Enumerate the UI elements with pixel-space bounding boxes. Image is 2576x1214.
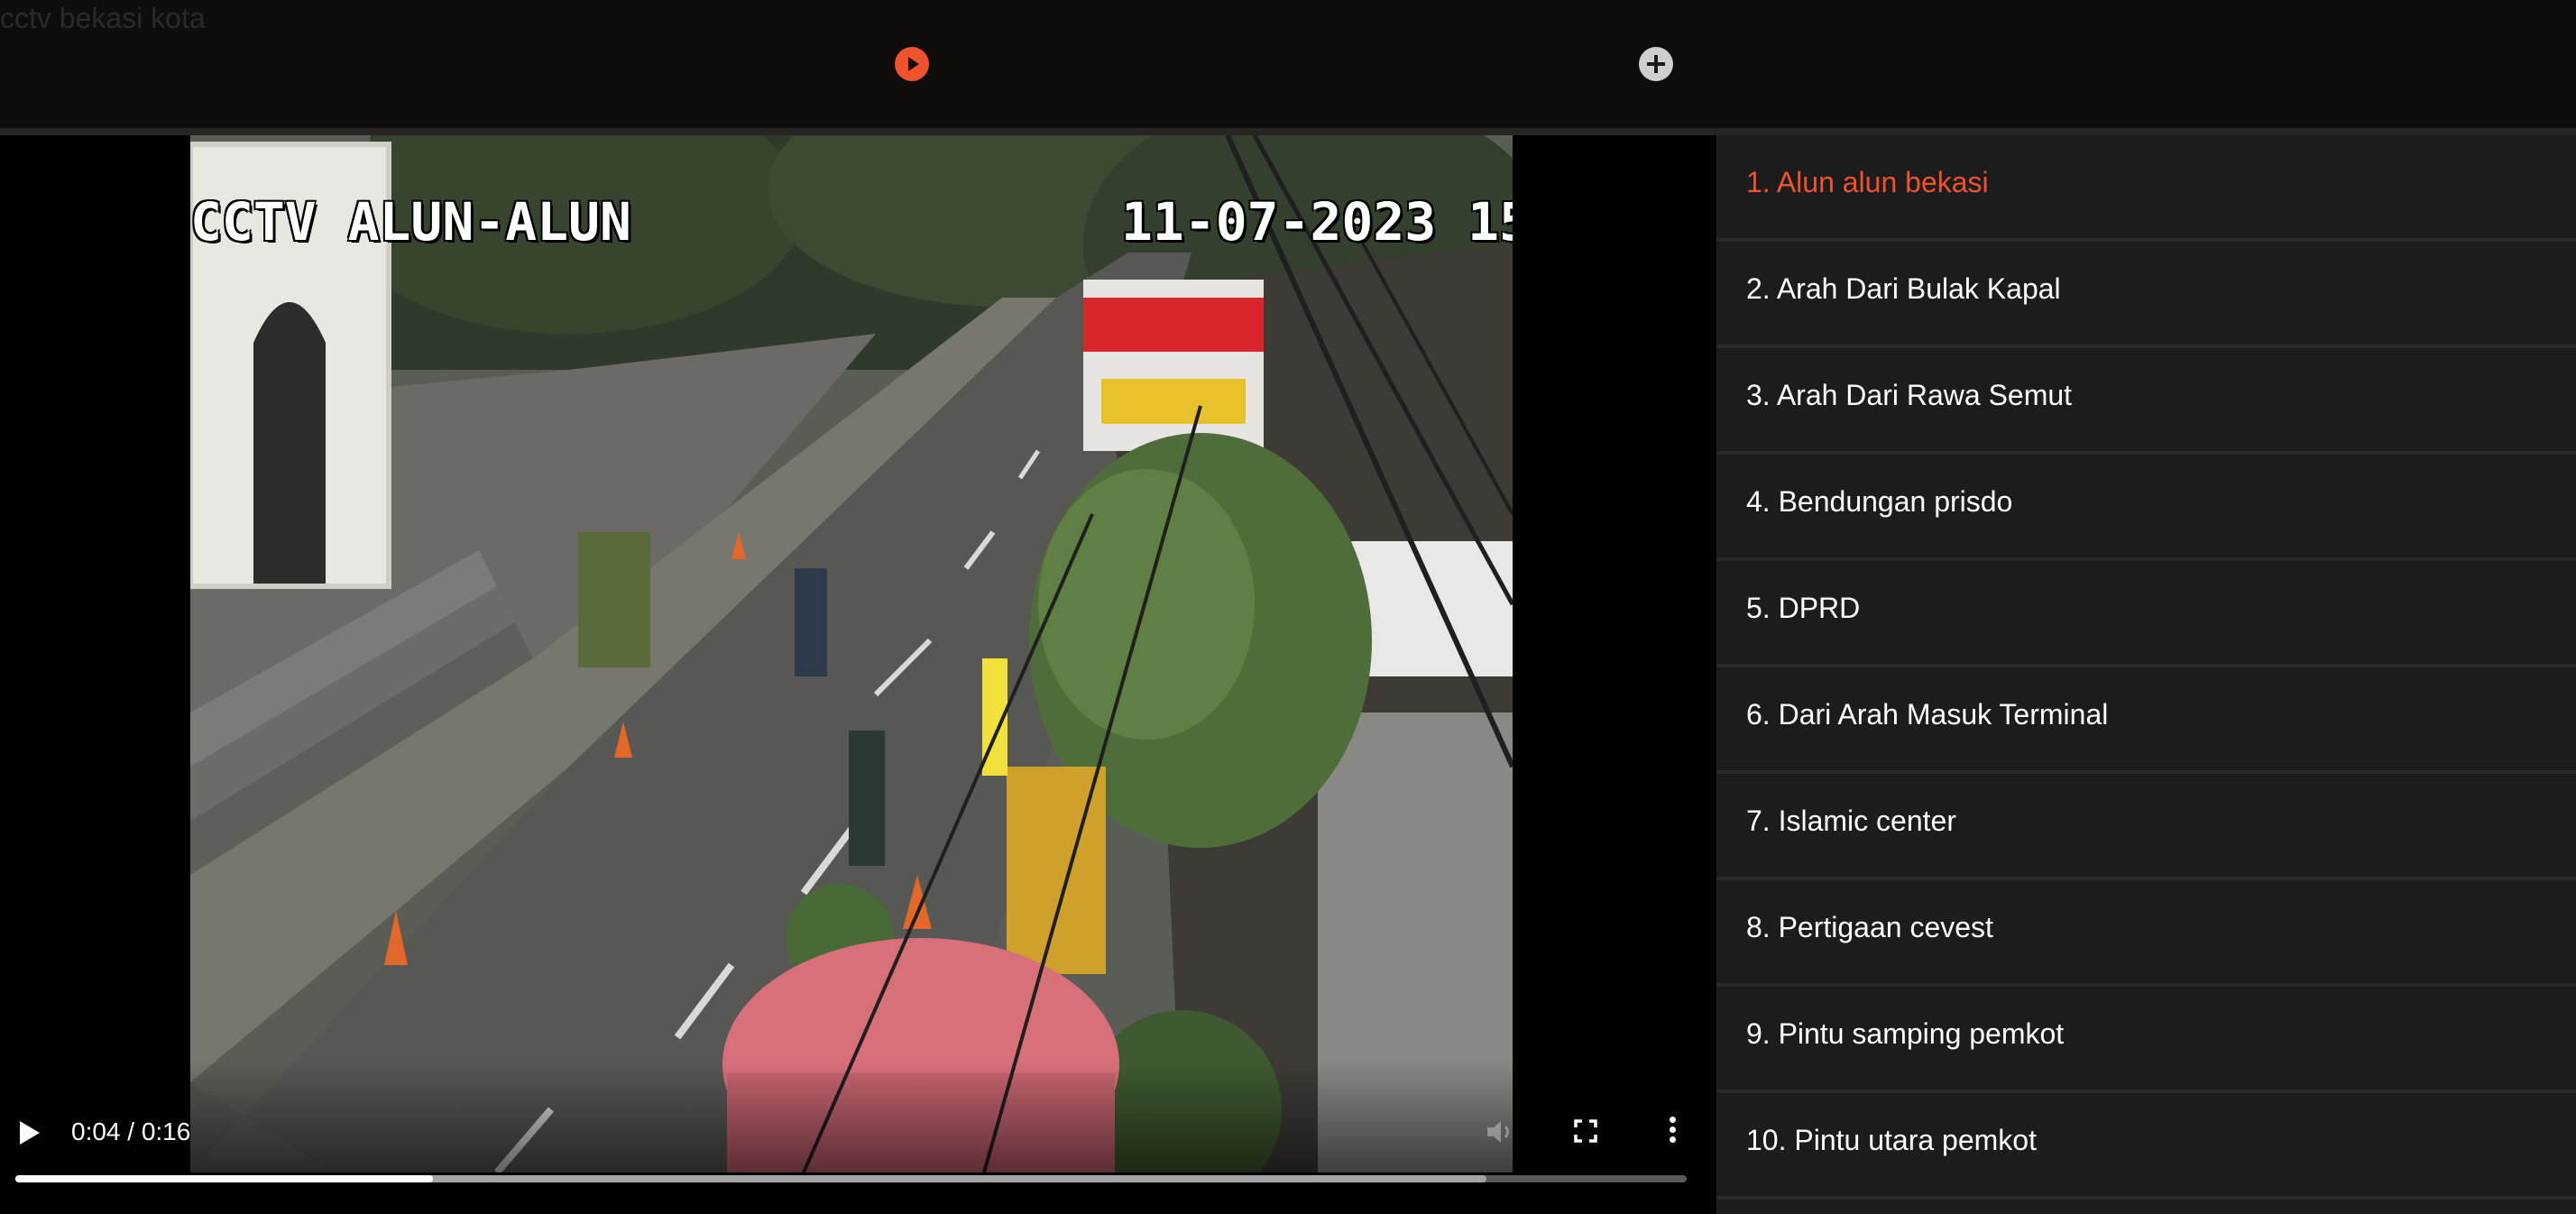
playlist-item[interactable]: 5. DPRD bbox=[1716, 561, 2576, 667]
app-title: cctv bekasi kota bbox=[0, 2, 206, 34]
playlist-item[interactable]: 4. Bendungan prisdo bbox=[1716, 455, 2576, 561]
playlist-item[interactable]: 7. Islamic center bbox=[1716, 774, 2576, 880]
volume-icon[interactable] bbox=[1486, 1118, 1516, 1145]
more-options-icon[interactable] bbox=[1667, 1117, 1678, 1145]
playlist-item-label: 7. Islamic center bbox=[1746, 805, 1956, 837]
header-divider bbox=[0, 128, 2576, 135]
cctv-timestamp: 11-07-2023 15 bbox=[1121, 191, 1513, 253]
playlist-item-label: 10. Pintu utara pemkot bbox=[1746, 1124, 2037, 1156]
playlist-item[interactable]: 10. Pintu utara pemkot bbox=[1716, 1093, 2576, 1200]
cctv-scene-image bbox=[190, 135, 1513, 1173]
cctv-video-frame[interactable]: CCTV ALUN-ALUN 11-07-2023 15 bbox=[190, 135, 1513, 1173]
playlist-item-label: 9. Pintu samping pemkot bbox=[1746, 1017, 2065, 1050]
top-bar: cctv bekasi kota bbox=[0, 0, 2576, 128]
playlist-item[interactable]: 6. Dari Arah Masuk Terminal bbox=[1716, 667, 2576, 774]
fullscreen-icon[interactable] bbox=[1574, 1119, 1597, 1143]
play-circle-icon[interactable] bbox=[895, 47, 929, 81]
playlist-item[interactable]: 2. Arah Dari Bulak Kapal bbox=[1716, 242, 2576, 348]
camera-playlist: 1. Alun alun bekasi 2. Arah Dari Bulak K… bbox=[1716, 135, 2576, 1214]
video-player[interactable]: CCTV ALUN-ALUN 11-07-2023 15 0:04 / 0:16 bbox=[0, 135, 1716, 1214]
playlist-item-label: 6. Dari Arah Masuk Terminal bbox=[1746, 698, 2109, 731]
progress-bar[interactable] bbox=[15, 1175, 1687, 1182]
playlist-item-label: 4. Bendungan prisdo bbox=[1746, 485, 2013, 518]
play-icon[interactable] bbox=[20, 1121, 40, 1145]
playlist-item-label: 5. DPRD bbox=[1746, 592, 1861, 624]
time-display: 0:04 / 0:16 bbox=[71, 1117, 191, 1145]
playlist-item-active[interactable]: 1. Alun alun bekasi bbox=[1716, 135, 2576, 242]
cctv-camera-label: CCTV ALUN-ALUN bbox=[190, 191, 631, 253]
playlist-item-label: 2. Arah Dari Bulak Kapal bbox=[1746, 272, 2061, 305]
plus-circle-icon[interactable] bbox=[1639, 47, 1673, 81]
playlist-item-label: 3. Arah Dari Rawa Semut bbox=[1746, 379, 2073, 411]
playlist-item[interactable]: 3. Arah Dari Rawa Semut bbox=[1716, 348, 2576, 455]
playlist-item[interactable]: 8. Pertigaan cevest bbox=[1716, 880, 2576, 987]
playlist-item[interactable]: 9. Pintu samping pemkot bbox=[1716, 987, 2576, 1093]
progress-played bbox=[15, 1175, 434, 1182]
playlist-item-label: 1. Alun alun bekasi bbox=[1746, 166, 1989, 198]
playlist-item-label: 8. Pertigaan cevest bbox=[1746, 911, 1993, 943]
controls-overlay bbox=[0, 1061, 1716, 1214]
